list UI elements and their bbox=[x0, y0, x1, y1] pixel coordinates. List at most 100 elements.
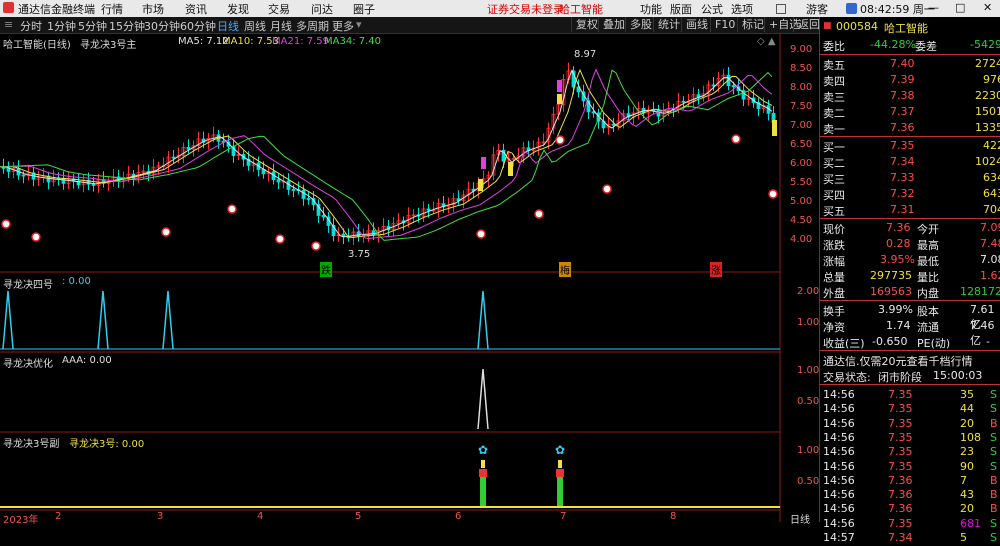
stat2-row: 净资 1.74 流通 7.46亿 bbox=[820, 318, 1000, 347]
btn-tongji[interactable]: 统计 bbox=[653, 17, 684, 32]
ask-label: 卖四 bbox=[823, 75, 845, 88]
stat-label: 涨幅 bbox=[823, 255, 845, 268]
menu-gongshi[interactable]: 公式 bbox=[701, 1, 723, 17]
tick-price: 7.36 bbox=[888, 502, 913, 516]
menu-hangqing[interactable]: 行情 bbox=[101, 1, 123, 17]
sub3-marker bbox=[481, 460, 485, 468]
ask-price: 7.40 bbox=[890, 57, 915, 70]
tick-price: 7.34 bbox=[888, 531, 913, 544]
period-weekly[interactable]: 周线 bbox=[244, 18, 266, 34]
weibi-row: 委比 -44.28% 委差 -5429 bbox=[820, 37, 1000, 53]
ask-row-5[interactable]: 卖五 7.40 2724 bbox=[820, 56, 1000, 72]
menu-toggle-icon[interactable]: ≡ bbox=[4, 18, 13, 31]
tick-price: 7.35 bbox=[888, 445, 913, 459]
main-formula-name[interactable]: 寻龙决3号主 bbox=[80, 36, 136, 51]
more-chevron-icon[interactable]: ▾ bbox=[356, 18, 362, 31]
signal-die: 跌 bbox=[320, 262, 332, 277]
tick-side: B bbox=[990, 416, 998, 430]
period-more[interactable]: 更多 bbox=[332, 18, 354, 34]
tick-volume: 35 bbox=[960, 388, 974, 401]
bid-row-5[interactable]: 买五 7.31 704 bbox=[820, 202, 1000, 218]
bid-row-2[interactable]: 买二 7.34 1024 bbox=[820, 154, 1000, 170]
stat-label: 股本 bbox=[917, 305, 939, 318]
close-button[interactable]: ✕ bbox=[983, 1, 992, 14]
menu-shichang[interactable]: 市场 bbox=[142, 1, 164, 17]
btn-huaxian[interactable]: 画线 bbox=[681, 17, 712, 32]
tick-time: 14:57 bbox=[823, 531, 855, 544]
menu-xuanxiang[interactable]: 选项 bbox=[731, 1, 753, 17]
minimize-button[interactable]: — bbox=[928, 1, 939, 14]
x-tick: 2023年 bbox=[3, 515, 39, 526]
period-daily[interactable]: 日线 bbox=[217, 18, 239, 34]
chart-settings-icon[interactable]: ◇ ▲ bbox=[757, 36, 776, 47]
bid-row-4[interactable]: 买四 7.32 643 bbox=[820, 186, 1000, 202]
bid-price: 7.34 bbox=[890, 155, 915, 168]
stat-label: 外盘 bbox=[823, 287, 845, 300]
y-tick: 5.50 bbox=[790, 177, 813, 188]
menu-zixun[interactable]: 资讯 bbox=[185, 1, 207, 17]
bid-row-3[interactable]: 买三 7.33 634 bbox=[820, 170, 1000, 186]
stock-header: ■ 000584 哈工智能 bbox=[820, 19, 1000, 35]
stat-label: 换手 bbox=[823, 305, 845, 318]
promo-text[interactable]: 通达信.仅需20元查看千档行情 bbox=[823, 353, 973, 369]
sub3-y-tick: 0.50 bbox=[797, 476, 820, 487]
signal-bar bbox=[481, 157, 486, 169]
tick-side: S bbox=[990, 388, 997, 401]
bid-volume: 704 bbox=[983, 203, 1000, 216]
ask-row-1[interactable]: 卖一 7.36 1335 bbox=[820, 120, 1000, 136]
sub1-title[interactable]: 寻龙决四号 bbox=[3, 276, 53, 291]
candle-body bbox=[91, 183, 96, 186]
bid-row-1[interactable]: 买一 7.35 422 bbox=[820, 138, 1000, 154]
stat-label: 最高 bbox=[917, 239, 939, 252]
ask-row-3[interactable]: 卖三 7.38 2230 bbox=[820, 88, 1000, 104]
tick-side: S bbox=[990, 531, 997, 544]
stat-row: 总量 297735 量比 1.62 bbox=[820, 268, 1000, 284]
window-icon[interactable] bbox=[776, 4, 786, 14]
sub1-spike bbox=[477, 290, 489, 350]
period-1min[interactable]: 1分钟 bbox=[47, 18, 76, 34]
menu-banmian[interactable]: 版面 bbox=[670, 1, 692, 17]
trade-time: 15:00:03 bbox=[933, 369, 983, 382]
tick-side: S bbox=[990, 459, 997, 473]
btn-f10[interactable]: F10 bbox=[710, 17, 739, 32]
x-tick: 3 bbox=[157, 511, 164, 522]
sub2-title[interactable]: 寻龙决优化 bbox=[3, 355, 53, 370]
app-name: 通达信金融终端 bbox=[18, 3, 95, 16]
period-monthly[interactable]: 月线 bbox=[270, 18, 292, 34]
sub3-title[interactable]: 寻龙决3号副 bbox=[3, 435, 59, 450]
btn-duogu[interactable]: 多股 bbox=[625, 17, 656, 32]
tick-time: 14:56 bbox=[823, 388, 855, 401]
period-5min[interactable]: 5分钟 bbox=[78, 18, 107, 34]
menu-jiaoyi[interactable]: 交易 bbox=[268, 1, 290, 17]
user-label[interactable]: 游客 bbox=[806, 1, 828, 17]
period-15min[interactable]: 15分钟 bbox=[109, 18, 145, 34]
ma34-line bbox=[0, 69, 773, 241]
buy-marker bbox=[731, 134, 741, 144]
sub3-marker bbox=[558, 460, 562, 468]
ask-row-4[interactable]: 卖四 7.39 976 bbox=[820, 72, 1000, 88]
sub1-spike bbox=[2, 290, 14, 350]
login-warning[interactable]: 证券交易未登录 bbox=[487, 1, 564, 17]
menu-gongneng[interactable]: 功能 bbox=[640, 1, 662, 17]
ask-label: 卖三 bbox=[823, 91, 845, 104]
tick-volume: 43 bbox=[960, 488, 974, 502]
period-fenshi[interactable]: 分时 bbox=[20, 18, 42, 34]
menu-quanzi[interactable]: 圈子 bbox=[353, 1, 375, 17]
app-logo-icon bbox=[3, 2, 14, 13]
period-multi[interactable]: 多周期 bbox=[296, 18, 329, 34]
candle-body bbox=[291, 189, 296, 191]
stock-tab[interactable]: 哈工智能 bbox=[559, 1, 603, 17]
stat-row: 外盘 169563 内盘 128172 bbox=[820, 284, 1000, 300]
maximize-button[interactable]: □ bbox=[955, 1, 965, 14]
stat-row: 涨跌 0.28 最高 7.48 bbox=[820, 236, 1000, 252]
promo-row[interactable]: 通达信.仅需20元查看千档行情 bbox=[820, 352, 1000, 368]
signal-bar bbox=[478, 179, 483, 191]
menu-faxian[interactable]: 发现 bbox=[227, 1, 249, 17]
period-60min[interactable]: 60分钟 bbox=[180, 18, 216, 34]
stat-label: 涨跌 bbox=[823, 239, 845, 252]
ask-row-2[interactable]: 卖二 7.37 1501 bbox=[820, 104, 1000, 120]
tick-side: B bbox=[990, 473, 998, 487]
chart-area[interactable]: ✿ ✿ 哈工智能(日线) 寻龙决3号主 MA5: 7.12 MA10: 7.53 … bbox=[0, 34, 820, 526]
menu-wenda[interactable]: 问达 bbox=[311, 1, 333, 17]
period-30min[interactable]: 30分钟 bbox=[144, 18, 180, 34]
